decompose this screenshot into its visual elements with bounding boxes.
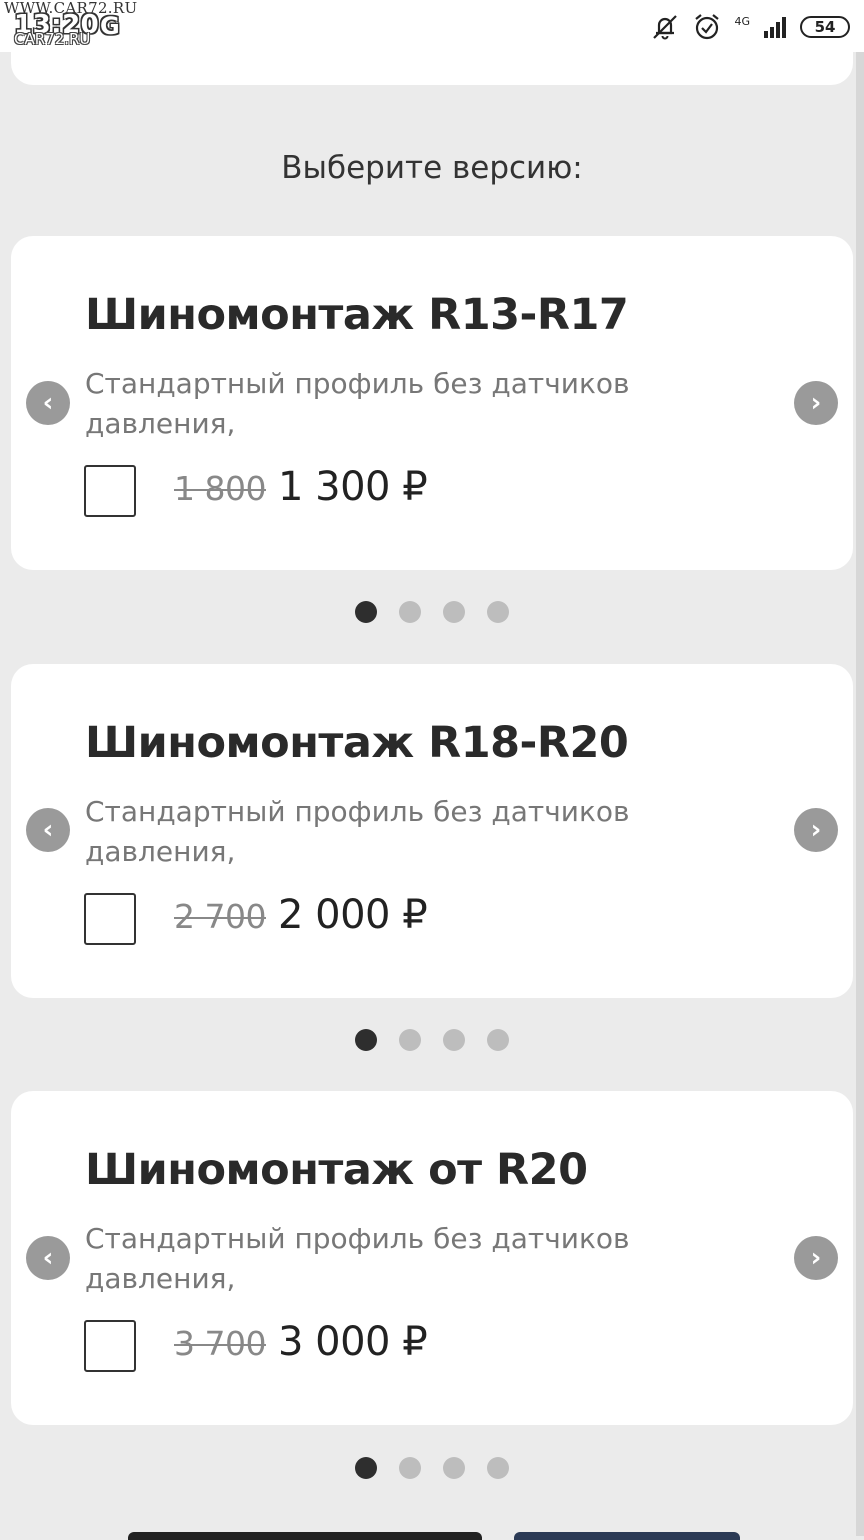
bottom-button-left[interactable] <box>128 1532 482 1540</box>
carousel-dot[interactable] <box>443 601 465 623</box>
carousel-dot[interactable] <box>487 601 509 623</box>
chevron-right-icon: › <box>810 1243 822 1273</box>
old-price: 1 800 <box>174 469 266 508</box>
carousel-dots <box>355 1457 509 1479</box>
battery-icon: 54 <box>800 16 850 38</box>
card-description: Стандартный профиль без датчиков давлени… <box>85 367 630 440</box>
next-arrow-button[interactable]: › <box>794 808 838 852</box>
carousel-dot[interactable] <box>443 1457 465 1479</box>
carousel-dot[interactable] <box>355 1457 377 1479</box>
carousel-dot[interactable] <box>355 1029 377 1051</box>
alarm-clock-icon <box>692 12 722 42</box>
carousel-dot[interactable] <box>399 1029 421 1051</box>
chevron-right-icon: › <box>810 815 822 845</box>
price-row: 2 700 2 000 ₽ <box>174 892 428 948</box>
card-description: Стандартный профиль без датчиков давлени… <box>85 795 630 868</box>
old-price: 2 700 <box>174 897 266 936</box>
chevron-right-icon: › <box>810 388 822 418</box>
service-card-r13-r17: Шиномонтаж R13-R17 Стандартный профиль б… <box>11 236 853 570</box>
carousel-dot[interactable] <box>399 1457 421 1479</box>
card-title: Шиномонтаж R13-R17 <box>85 290 629 340</box>
status-bar: WWW.CAR72.RU 13:20 G CAR72.RU 4G 54 <box>0 0 864 52</box>
chevron-left-icon: ‹ <box>42 388 54 418</box>
carousel-dot[interactable] <box>355 601 377 623</box>
prev-arrow-button[interactable]: ‹ <box>26 1236 70 1280</box>
carousel-dot[interactable] <box>487 1457 509 1479</box>
new-price: 1 300 ₽ <box>277 464 428 510</box>
card-title: Шиномонтаж от R20 <box>85 1145 588 1195</box>
previous-card-bottom <box>11 48 853 85</box>
signal-icon <box>762 15 788 39</box>
watermark-logo: G <box>100 12 120 40</box>
chevron-left-icon: ‹ <box>42 1243 54 1273</box>
new-price: 3 000 ₽ <box>277 1319 428 1365</box>
service-card-r18-r20: Шиномонтаж R18-R20 Стандартный профиль б… <box>11 664 853 998</box>
carousel-dot[interactable] <box>399 601 421 623</box>
carousel-dot[interactable] <box>487 1029 509 1051</box>
next-arrow-button[interactable]: › <box>794 381 838 425</box>
page-edge-strip <box>856 52 864 1536</box>
next-arrow-button[interactable]: › <box>794 1236 838 1280</box>
price-row: 1 800 1 300 ₽ <box>174 464 428 520</box>
select-checkbox[interactable] <box>84 465 136 517</box>
card-title: Шиномонтаж R18-R20 <box>85 718 629 768</box>
bottom-button-right[interactable] <box>514 1532 740 1540</box>
select-checkbox[interactable] <box>84 893 136 945</box>
prev-arrow-button[interactable]: ‹ <box>26 808 70 852</box>
chevron-left-icon: ‹ <box>42 815 54 845</box>
service-card-from-r20: Шиномонтаж от R20 Стандартный профиль бе… <box>11 1091 853 1425</box>
carousel-dot[interactable] <box>443 1029 465 1051</box>
watermark-text: CAR72.RU <box>14 30 91 48</box>
old-price: 3 700 <box>174 1324 266 1363</box>
section-title: Выберите версию: <box>281 150 583 186</box>
carousel-dots <box>355 601 509 623</box>
carousel-dots <box>355 1029 509 1051</box>
card-description: Стандартный профиль без датчиков давлени… <box>85 1222 630 1295</box>
new-price: 2 000 ₽ <box>277 892 428 938</box>
price-row: 3 700 3 000 ₽ <box>174 1319 428 1375</box>
bell-off-icon <box>650 12 680 42</box>
prev-arrow-button[interactable]: ‹ <box>26 381 70 425</box>
status-icons: 4G 54 <box>650 10 850 44</box>
select-checkbox[interactable] <box>84 1320 136 1372</box>
network-type: 4G <box>734 14 750 28</box>
